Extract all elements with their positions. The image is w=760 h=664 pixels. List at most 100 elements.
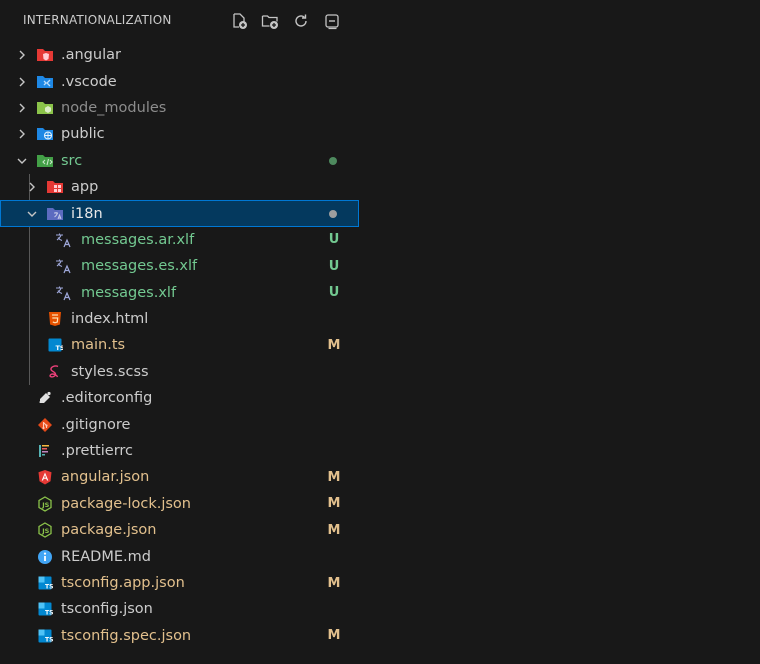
tree-item-package-lock-json[interactable]: JS package-lock.json M bbox=[0, 491, 760, 517]
tree-item-label: .gitignore bbox=[61, 416, 131, 433]
sass-icon bbox=[46, 363, 64, 381]
typescript-icon: TS bbox=[46, 336, 64, 354]
translate-icon bbox=[55, 284, 73, 302]
git-status-badge: M bbox=[327, 522, 341, 538]
tree-item-tsconfig-app-json[interactable]: TS tsconfig.app.json M bbox=[0, 570, 760, 596]
tree-item-label: node_modules bbox=[61, 99, 167, 116]
svg-text:JS: JS bbox=[41, 501, 49, 509]
app-folder-icon bbox=[46, 178, 64, 196]
i18n-folder-icon bbox=[46, 205, 64, 223]
svg-text:TS: TS bbox=[45, 636, 53, 643]
tree-item-label: main.ts bbox=[71, 337, 126, 354]
angular-icon bbox=[36, 468, 54, 486]
explorer-actions bbox=[229, 11, 342, 31]
tree-item-messages-es-xlf[interactable]: messages.es.xlf U bbox=[0, 253, 760, 279]
tree-item-src-folder[interactable]: src bbox=[0, 148, 760, 174]
svg-text:TS: TS bbox=[45, 584, 53, 591]
vscode-folder-icon bbox=[36, 73, 54, 91]
tree-item-vscode-folder[interactable]: .vscode bbox=[0, 68, 760, 94]
tree-item-label: tsconfig.json bbox=[61, 601, 153, 618]
tree-item-i18n-folder[interactable]: i18n bbox=[0, 200, 359, 227]
tree-item-label: tsconfig.app.json bbox=[61, 575, 185, 591]
tree-item-index-html[interactable]: index.html bbox=[0, 306, 760, 332]
nodejs-icon: JS bbox=[36, 495, 54, 513]
angular-folder-icon bbox=[36, 46, 54, 64]
tree-item-messages-xlf[interactable]: messages.xlf U bbox=[0, 280, 760, 306]
tree-item-label: messages.ar.xlf bbox=[81, 231, 195, 248]
tree-item-label: index.html bbox=[71, 311, 149, 328]
explorer-panel: INTERNATIONALIZATION .angular .vscode no… bbox=[0, 0, 760, 664]
tree-item-label: messages.xlf bbox=[81, 284, 177, 301]
public-folder-icon bbox=[36, 125, 54, 143]
refresh-icon[interactable] bbox=[291, 11, 311, 31]
git-status-dot bbox=[329, 209, 337, 218]
git-status-badge: M bbox=[327, 575, 341, 591]
tree-item-label: tsconfig.spec.json bbox=[61, 627, 192, 644]
prettier-icon bbox=[36, 442, 54, 460]
tree-item-angular-folder[interactable]: .angular bbox=[0, 42, 760, 68]
tree-item-label: README.md bbox=[61, 548, 151, 565]
tree-item-app-folder[interactable]: app bbox=[0, 174, 760, 200]
tree-item-prettierrc[interactable]: .prettierrc bbox=[0, 438, 760, 464]
tree-item-label: i18n bbox=[71, 205, 103, 222]
node-folder-icon bbox=[36, 99, 54, 117]
tree-item-label: styles.scss bbox=[71, 363, 149, 380]
translate-icon bbox=[55, 257, 73, 275]
explorer-title: INTERNATIONALIZATION bbox=[23, 13, 172, 27]
file-tree: .angular .vscode node_modules public src bbox=[0, 42, 760, 649]
chevron-right-icon bbox=[24, 179, 40, 195]
tree-item-label: angular.json bbox=[61, 469, 150, 486]
tree-item-node-modules-folder[interactable]: node_modules bbox=[0, 95, 760, 121]
new-folder-icon[interactable] bbox=[260, 11, 280, 31]
tree-item-editorconfig[interactable]: .editorconfig bbox=[0, 385, 760, 411]
git-status-badge: M bbox=[327, 337, 341, 353]
git-status-badge: M bbox=[327, 469, 341, 485]
editorconfig-icon bbox=[36, 389, 54, 407]
chevron-right-icon bbox=[14, 47, 30, 63]
tree-item-label: app bbox=[71, 179, 99, 196]
tree-item-label: .vscode bbox=[61, 73, 117, 90]
git-status-badge: M bbox=[327, 496, 341, 512]
tree-item-tsconfig-json[interactable]: TS tsconfig.json bbox=[0, 596, 760, 622]
tree-item-label: package.json bbox=[61, 522, 157, 539]
tree-item-gitignore[interactable]: .gitignore bbox=[0, 411, 760, 437]
chevron-down-icon bbox=[24, 206, 40, 222]
tree-item-label: src bbox=[61, 152, 83, 169]
nodejs-icon: JS bbox=[36, 521, 54, 539]
tree-item-label: .prettierrc bbox=[61, 443, 134, 460]
tree-item-label: package-lock.json bbox=[61, 495, 191, 512]
tree-item-label: messages.es.xlf bbox=[81, 258, 198, 275]
svg-text:TS: TS bbox=[56, 344, 64, 352]
svg-text:JS: JS bbox=[41, 527, 49, 535]
info-icon bbox=[36, 548, 54, 566]
chevron-right-icon bbox=[14, 126, 30, 142]
git-status-badge: U bbox=[328, 258, 340, 274]
tree-item-package-json[interactable]: JS package.json M bbox=[0, 517, 760, 543]
new-file-icon[interactable] bbox=[229, 11, 249, 31]
tree-item-tsconfig-spec-json[interactable]: TS tsconfig.spec.json M bbox=[0, 623, 760, 649]
tsconfig-icon: TS bbox=[36, 627, 54, 645]
chevron-down-icon bbox=[14, 153, 30, 169]
translate-icon bbox=[55, 231, 73, 249]
tree-item-angular-json[interactable]: angular.json M bbox=[0, 464, 760, 490]
collapse-all-icon[interactable] bbox=[322, 11, 342, 31]
chevron-right-icon bbox=[14, 74, 30, 90]
tree-item-styles-scss[interactable]: styles.scss bbox=[0, 359, 760, 385]
svg-text:TS: TS bbox=[45, 610, 53, 617]
tree-item-main-ts[interactable]: TS main.ts M bbox=[0, 332, 760, 358]
git-status-badge: U bbox=[328, 285, 340, 301]
html-icon bbox=[46, 310, 64, 328]
git-status-badge: M bbox=[327, 628, 341, 644]
tree-item-messages-ar-xlf[interactable]: messages.ar.xlf U bbox=[0, 227, 760, 253]
tsconfig-icon: TS bbox=[36, 574, 54, 592]
tree-item-readme-md[interactable]: README.md bbox=[0, 543, 760, 569]
git-status-badge: U bbox=[328, 232, 340, 248]
chevron-right-icon bbox=[14, 100, 30, 116]
tree-item-public-folder[interactable]: public bbox=[0, 121, 760, 147]
tree-item-label: public bbox=[61, 126, 105, 143]
src-folder-icon bbox=[36, 152, 54, 170]
git-status-dot bbox=[329, 156, 337, 165]
tree-item-label: .angular bbox=[61, 47, 121, 64]
git-icon bbox=[36, 416, 54, 434]
tree-item-label: .editorconfig bbox=[61, 390, 153, 407]
